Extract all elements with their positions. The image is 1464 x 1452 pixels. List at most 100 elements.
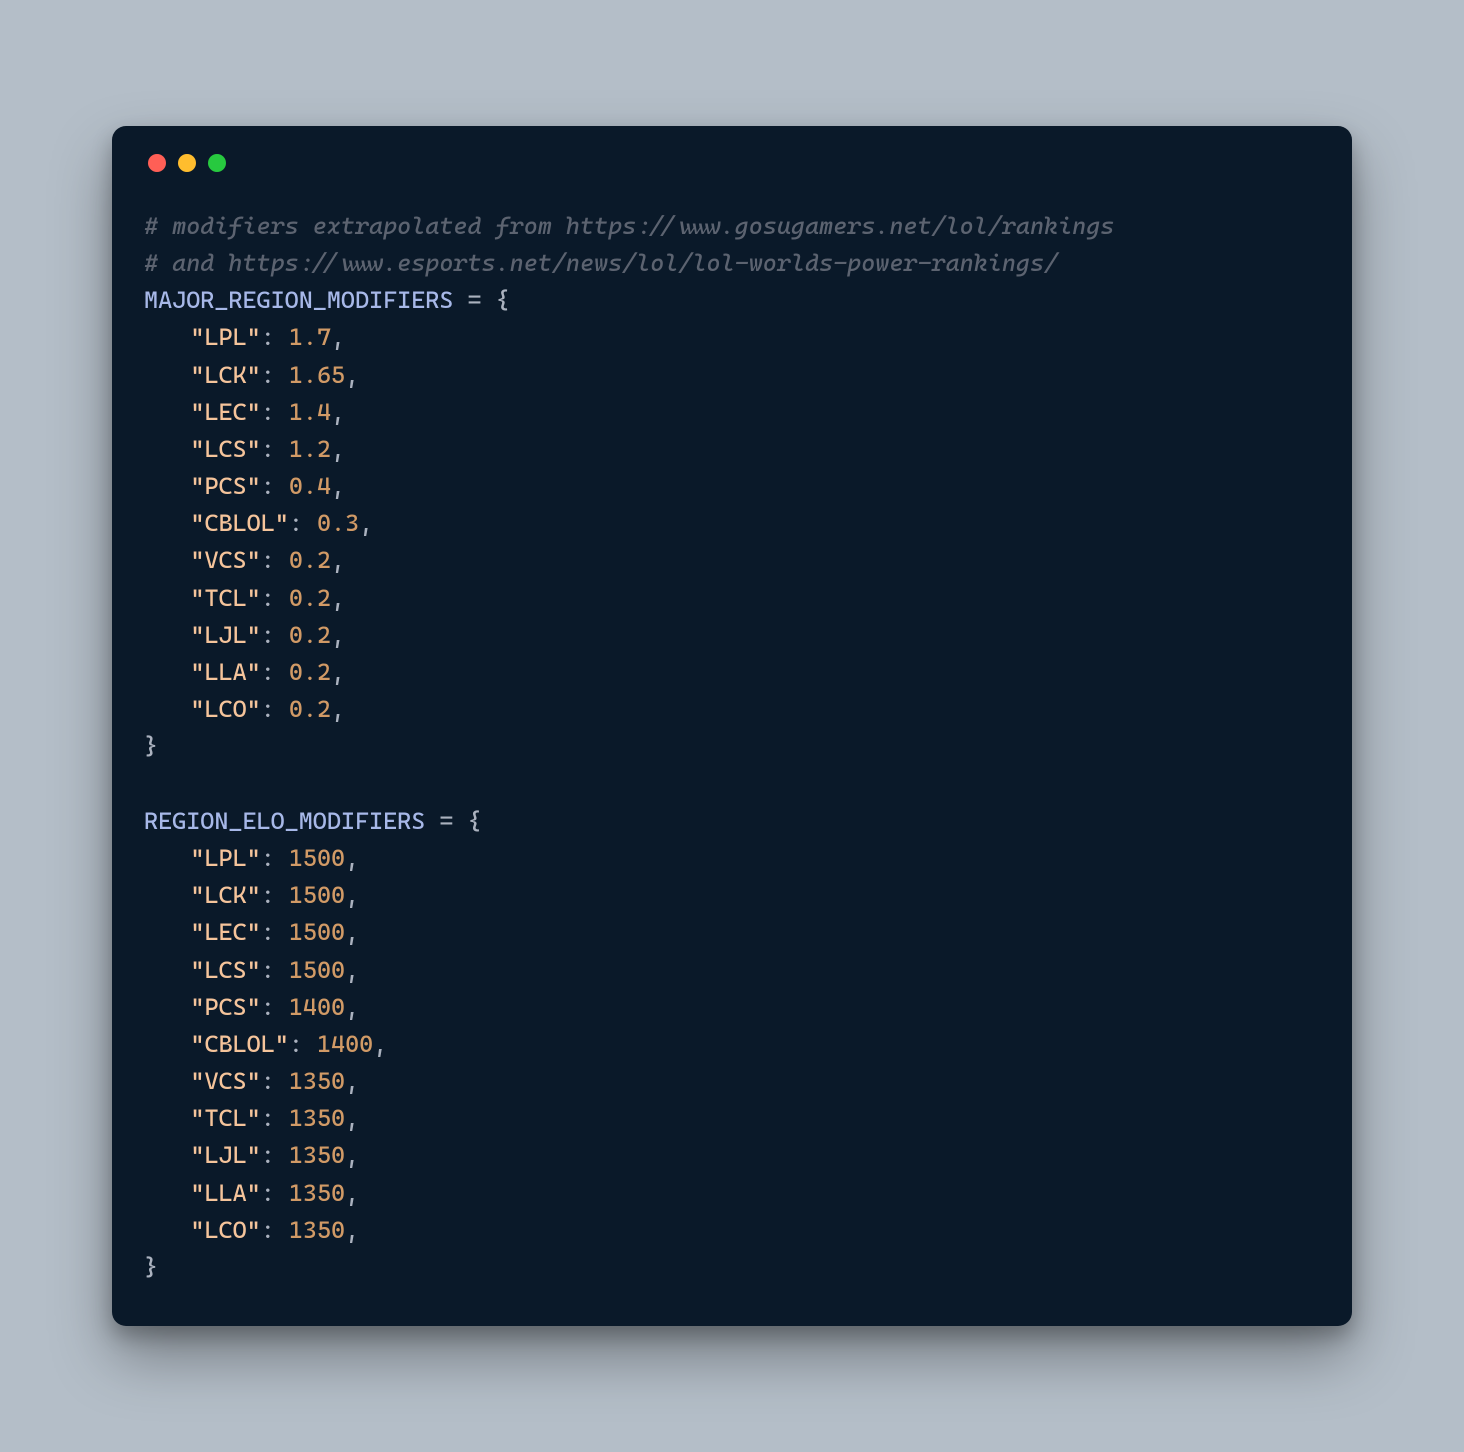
comma: , (331, 584, 345, 612)
dict-value: 0.2 (289, 695, 331, 723)
colon: : (261, 993, 289, 1021)
comma: , (345, 881, 359, 909)
dict-entry: "LEC": 1500, (144, 914, 1320, 951)
dict-key: "LJL" (190, 1141, 260, 1169)
dict-key: "LCO" (190, 695, 260, 723)
open-brace: { (496, 286, 510, 314)
comma: , (345, 361, 359, 389)
titlebar (144, 154, 1320, 172)
variable-name: REGION_ELO_MODIFIERS (144, 807, 425, 835)
maximize-icon[interactable] (208, 154, 226, 172)
comma: , (359, 509, 373, 537)
dict-value: 1350 (289, 1104, 345, 1132)
assign-operator: = (425, 807, 467, 835)
dict-value: 0.2 (289, 584, 331, 612)
dict-value: 0.3 (317, 509, 359, 537)
close-brace: } (144, 732, 158, 760)
colon: : (261, 621, 289, 649)
dict-key: "PCS" (190, 993, 260, 1021)
colon: : (261, 1141, 289, 1169)
dict-entry: "PCS": 1400, (144, 989, 1320, 1026)
colon: : (261, 435, 289, 463)
colon: : (261, 956, 289, 984)
dict-key: "CBLOL" (190, 1030, 288, 1058)
dict-entry: "LCK": 1.65, (144, 357, 1320, 394)
dict-value: 0.2 (289, 658, 331, 686)
minimize-icon[interactable] (178, 154, 196, 172)
dict-entry: "CBLOL": 1400, (144, 1026, 1320, 1063)
dict-key: "VCS" (190, 1067, 260, 1095)
dict-key: "LCK" (190, 881, 260, 909)
comma: , (345, 1067, 359, 1095)
comma: , (331, 398, 345, 426)
colon: : (261, 1179, 289, 1207)
dict-value: 1.7 (289, 323, 331, 351)
dict-entry: "LCS": 1.2, (144, 431, 1320, 468)
dict-value: 1350 (289, 1216, 345, 1244)
dict-key: "LCS" (190, 956, 260, 984)
colon: : (261, 918, 289, 946)
dict-key: "LCS" (190, 435, 260, 463)
comma: , (345, 844, 359, 872)
dict-key: "PCS" (190, 472, 260, 500)
comma: , (345, 993, 359, 1021)
comma: , (331, 472, 345, 500)
colon: : (289, 1030, 317, 1058)
close-brace-line: } (144, 728, 1320, 765)
dict-entry: "LCO": 1350, (144, 1212, 1320, 1249)
comma: , (345, 1179, 359, 1207)
dict-key: "CBLOL" (190, 509, 288, 537)
dict-value: 1400 (317, 1030, 373, 1058)
dict-value: 1500 (289, 956, 345, 984)
comma: , (345, 1216, 359, 1244)
code-area: # modifiers extrapolated from https://ww… (144, 208, 1320, 1286)
dict-value: 0.2 (289, 621, 331, 649)
dict-value: 1500 (289, 918, 345, 946)
dict-entry: "LLA": 0.2, (144, 654, 1320, 691)
code-comment: # and https://www.esports.net/news/lol/l… (144, 245, 1320, 282)
assign-operator: = (453, 286, 495, 314)
dict-value: 0.2 (289, 546, 331, 574)
dict-entry: "VCS": 1350, (144, 1063, 1320, 1100)
colon: : (261, 881, 289, 909)
colon: : (261, 472, 289, 500)
dict-value: 1350 (289, 1141, 345, 1169)
dict-key: "LCO" (190, 1216, 260, 1244)
close-icon[interactable] (148, 154, 166, 172)
comment-text: # modifiers extrapolated from https://ww… (144, 212, 1114, 240)
comma: , (331, 658, 345, 686)
comma: , (331, 323, 345, 351)
colon: : (261, 1067, 289, 1095)
comma: , (345, 956, 359, 984)
close-brace: } (144, 1253, 158, 1281)
dict-key: "LPL" (190, 323, 260, 351)
dict-value: 0.4 (289, 472, 331, 500)
comment-text: # and https://www.esports.net/news/lol/l… (144, 249, 1058, 277)
dict-entry: "CBLOL": 0.3, (144, 505, 1320, 542)
dict-value: 1.65 (289, 361, 345, 389)
dict-entry: "LJL": 1350, (144, 1137, 1320, 1174)
dict-key: "VCS" (190, 546, 260, 574)
variable-name: MAJOR_REGION_MODIFIERS (144, 286, 453, 314)
dict-value: 1350 (289, 1179, 345, 1207)
dict-value: 1.2 (289, 435, 331, 463)
colon: : (261, 398, 289, 426)
dict-declaration: REGION_ELO_MODIFIERS = { (144, 803, 1320, 840)
dict-declaration: MAJOR_REGION_MODIFIERS = { (144, 282, 1320, 319)
colon: : (261, 1216, 289, 1244)
comma: , (331, 546, 345, 574)
dict-entry: "LCO": 0.2, (144, 691, 1320, 728)
dict-value: 1.4 (289, 398, 331, 426)
dict-entry: "LCS": 1500, (144, 952, 1320, 989)
dict-key: "TCL" (190, 1104, 260, 1132)
dict-key: "LPL" (190, 844, 260, 872)
colon: : (261, 658, 289, 686)
dict-entry: "PCS": 0.4, (144, 468, 1320, 505)
dict-key: "LEC" (190, 398, 260, 426)
dict-value: 1350 (289, 1067, 345, 1095)
dict-key: "TCL" (190, 584, 260, 612)
colon: : (261, 584, 289, 612)
dict-entry: "LJL": 0.2, (144, 617, 1320, 654)
dict-value: 1400 (289, 993, 345, 1021)
dict-entry: "VCS": 0.2, (144, 542, 1320, 579)
